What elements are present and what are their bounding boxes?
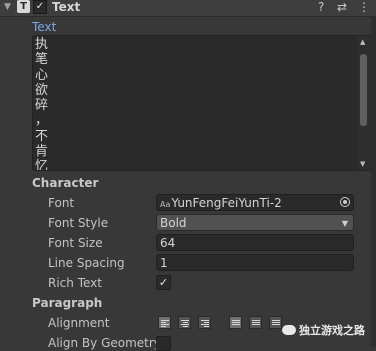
object-picker-icon[interactable] xyxy=(340,197,350,207)
wechat-icon xyxy=(282,325,296,335)
watermark: 独立游戏之路 xyxy=(282,322,365,338)
font-style-value: Bold xyxy=(160,216,187,230)
scrollbar-thumb[interactable] xyxy=(360,54,367,126)
scroll-down-icon[interactable]: ▼ xyxy=(360,160,365,168)
paragraph-section-title: Paragraph xyxy=(32,296,103,310)
text-area-content[interactable]: 执 笔 心 欲 碎 ， 不 肯 忆 xyxy=(35,37,335,170)
rich-text-checkbox[interactable]: ✓ xyxy=(156,275,171,290)
align-by-geometry-label: Align By Geometry xyxy=(48,336,161,350)
align-left-button[interactable] xyxy=(158,316,171,329)
font-size-label: Font Size xyxy=(48,236,103,250)
scroll-up-icon[interactable]: ▲ xyxy=(360,38,365,46)
component-header: ▼ T ✓ Text ? ⇄ ⋮ xyxy=(0,0,376,17)
font-style-label: Font Style xyxy=(48,216,109,230)
text-component-icon: T xyxy=(17,0,30,13)
line-spacing-field[interactable]: 1 xyxy=(156,254,354,271)
rich-text-label: Rich Text xyxy=(48,276,102,290)
alignment-label: Alignment xyxy=(48,316,110,330)
font-value: YunFengFeiYunTi-2 xyxy=(171,196,282,210)
align-bottom-button[interactable] xyxy=(269,316,282,329)
text-field-label: Text xyxy=(32,20,57,34)
align-right-button[interactable] xyxy=(198,316,211,329)
text-area[interactable]: 执 笔 心 欲 碎 ， 不 肯 忆 ▲ ▼ xyxy=(32,35,372,171)
component-enabled-checkbox[interactable]: ✓ xyxy=(33,0,47,14)
character-section-title: Character xyxy=(32,176,99,190)
inspector-scroll-edge xyxy=(371,16,376,347)
align-center-button[interactable] xyxy=(178,316,191,329)
presets-icon[interactable]: ⇄ xyxy=(337,0,347,15)
context-menu-icon[interactable]: ⋮ xyxy=(358,0,370,15)
font-asset-icon: Aa xyxy=(160,200,171,209)
watermark-text: 独立游戏之路 xyxy=(299,324,365,337)
foldout-arrow-icon[interactable]: ▼ xyxy=(4,2,11,12)
align-middle-button[interactable] xyxy=(249,316,262,329)
component-title: Text xyxy=(52,0,81,14)
line-spacing-label: Line Spacing xyxy=(48,256,125,270)
chevron-down-icon: ▼ xyxy=(341,219,348,228)
align-top-button[interactable] xyxy=(229,316,242,329)
font-object-field[interactable]: AaYunFengFeiYunTi-2 xyxy=(156,194,354,211)
font-size-field[interactable]: 64 xyxy=(156,234,354,251)
font-style-dropdown[interactable]: Bold ▼ xyxy=(156,214,354,231)
font-label: Font xyxy=(48,196,75,210)
help-icon[interactable]: ? xyxy=(318,0,324,15)
text-area-scrollbar[interactable]: ▲ ▼ xyxy=(357,36,370,170)
align-by-geometry-checkbox[interactable] xyxy=(156,336,171,351)
